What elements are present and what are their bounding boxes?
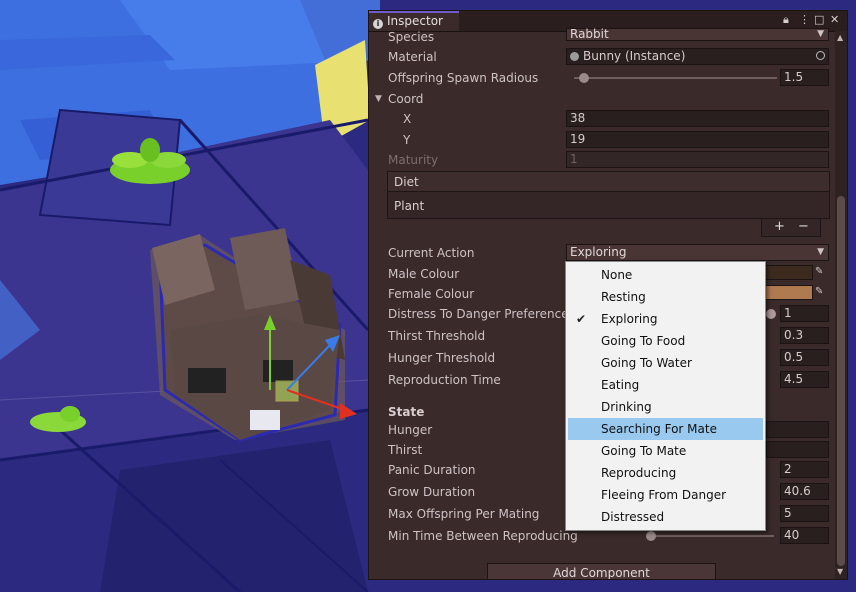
current-action-row: Current Action Exploring ▼ xyxy=(369,244,839,262)
menu-item-drinking[interactable]: Drinking xyxy=(568,396,763,418)
offspring-radius-row: Offspring Spawn Radious 1.5 xyxy=(369,69,839,87)
material-row: Material Bunny (Instance) xyxy=(369,48,839,66)
menu-item-fleeing-from-danger[interactable]: Fleeing From Danger xyxy=(568,484,763,506)
menu-item-none[interactable]: None xyxy=(568,264,763,286)
max-offspring-field[interactable]: 5 xyxy=(780,505,829,522)
scroll-down-icon[interactable]: ▼ xyxy=(837,567,843,576)
diet-list: Diet Plant xyxy=(387,171,830,219)
grow-duration-field[interactable]: 40.6 xyxy=(780,483,829,500)
reproduction-time-field[interactable]: 4.5 xyxy=(780,371,829,388)
species-row: Species Rabbit ▼ xyxy=(369,28,839,46)
add-component-button[interactable]: Add Component xyxy=(487,563,716,579)
coord-row[interactable]: ▼ Coord xyxy=(369,90,839,108)
offspring-radius-label: Offspring Spawn Radious xyxy=(388,71,539,85)
close-icon[interactable]: ✕ xyxy=(830,13,839,27)
panic-duration-field[interactable]: 2 xyxy=(780,461,829,478)
foldout-arrow-icon[interactable]: ▼ xyxy=(375,90,382,108)
coord-x-row: X 38 xyxy=(369,110,839,128)
coord-label: Coord xyxy=(388,92,424,106)
lock-icon[interactable]: 🔒︎ xyxy=(783,13,789,27)
scrollbar-thumb[interactable] xyxy=(837,196,845,566)
chevron-down-icon: ▼ xyxy=(817,247,824,257)
menu-item-searching-for-mate[interactable]: Searching For Mate xyxy=(568,418,763,440)
female-colour-label: Female Colour xyxy=(388,287,475,301)
menu-item-distressed[interactable]: Distressed xyxy=(568,506,763,528)
max-offspring-label: Max Offspring Per Mating xyxy=(388,507,540,521)
male-colour-label: Male Colour xyxy=(388,267,460,281)
current-action-value: Exploring xyxy=(570,245,627,259)
more-options-icon[interactable]: ⋮ xyxy=(799,13,810,27)
maturity-label: Maturity xyxy=(388,153,439,167)
distress-pref-label: Distress To Danger Preference xyxy=(388,307,569,321)
hunger-threshold-label: Hunger Threshold xyxy=(388,351,496,365)
diet-list-controls: + − xyxy=(761,219,821,237)
menu-item-going-to-mate[interactable]: Going To Mate xyxy=(568,440,763,462)
hunger-threshold-field[interactable]: 0.5 xyxy=(780,349,829,366)
slider-knob[interactable] xyxy=(766,309,776,319)
current-action-menu: None Resting ✔ Exploring Going To Food Go… xyxy=(565,261,766,531)
menu-item-going-to-food[interactable]: Going To Food xyxy=(568,330,763,352)
reproduction-time-label: Reproduction Time xyxy=(388,373,501,387)
chevron-down-icon: ▼ xyxy=(817,29,824,39)
min-time-repro-field[interactable]: 40 xyxy=(780,527,829,544)
hunger-field[interactable] xyxy=(766,421,829,438)
remove-item-button[interactable]: − xyxy=(798,219,809,235)
inspector-scrollbar[interactable]: ▲ ▼ xyxy=(835,31,847,579)
menu-item-eating[interactable]: Eating xyxy=(568,374,763,396)
thirst-label: Thirst xyxy=(388,443,423,457)
coord-y-row: Y 19 xyxy=(369,131,839,149)
thirst-threshold-label: Thirst Threshold xyxy=(388,329,486,343)
offspring-radius-field[interactable]: 1.5 xyxy=(780,69,829,86)
maturity-field: 1 xyxy=(566,151,829,168)
coord-y-label: Y xyxy=(403,133,411,147)
material-icon xyxy=(570,52,579,61)
add-item-button[interactable]: + xyxy=(774,219,785,235)
diet-list-header[interactable]: Diet xyxy=(388,172,829,192)
slider-knob[interactable] xyxy=(646,531,656,541)
tab-inspector-label: Inspector xyxy=(387,14,443,28)
coord-x-field[interactable]: 38 xyxy=(566,110,829,127)
panic-duration-label: Panic Duration xyxy=(388,463,476,477)
menu-item-exploring[interactable]: ✔ Exploring xyxy=(568,308,763,330)
menu-item-going-to-water[interactable]: Going To Water xyxy=(568,352,763,374)
menu-item-resting[interactable]: Resting xyxy=(568,286,763,308)
material-field[interactable]: Bunny (Instance) xyxy=(566,48,829,65)
offspring-radius-slider[interactable] xyxy=(574,77,777,79)
current-action-dropdown[interactable]: Exploring ▼ xyxy=(566,244,829,261)
state-header: State xyxy=(388,405,425,419)
min-time-repro-slider[interactable] xyxy=(649,535,774,537)
current-action-label: Current Action xyxy=(388,246,475,260)
maximize-icon[interactable]: □ xyxy=(814,13,824,27)
maturity-row: Maturity 1 xyxy=(369,151,839,169)
diet-list-item[interactable]: Plant xyxy=(394,198,424,214)
coord-x-label: X xyxy=(403,112,412,126)
material-label: Material xyxy=(388,50,437,64)
menu-item-reproducing[interactable]: Reproducing xyxy=(568,462,763,484)
coord-y-field[interactable]: 19 xyxy=(566,131,829,148)
min-time-repro-label: Min Time Between Reproducing xyxy=(388,529,578,543)
species-value: Rabbit xyxy=(570,27,609,41)
eyedropper-icon[interactable]: ✎ xyxy=(815,266,827,278)
distress-pref-field[interactable]: 1 xyxy=(780,305,829,322)
checkmark-icon: ✔ xyxy=(576,312,587,326)
thirst-threshold-field[interactable]: 0.3 xyxy=(780,327,829,344)
hunger-label: Hunger xyxy=(388,423,433,437)
eyedropper-icon[interactable]: ✎ xyxy=(815,286,827,298)
species-dropdown[interactable]: Rabbit ▼ xyxy=(566,28,829,41)
slider-knob[interactable] xyxy=(579,73,590,83)
scroll-up-icon[interactable]: ▲ xyxy=(837,33,843,42)
species-label: Species xyxy=(388,30,435,44)
thirst-field[interactable] xyxy=(766,441,829,458)
material-value: Bunny (Instance) xyxy=(583,49,686,63)
object-picker-icon[interactable] xyxy=(816,51,825,60)
grow-duration-label: Grow Duration xyxy=(388,485,476,499)
